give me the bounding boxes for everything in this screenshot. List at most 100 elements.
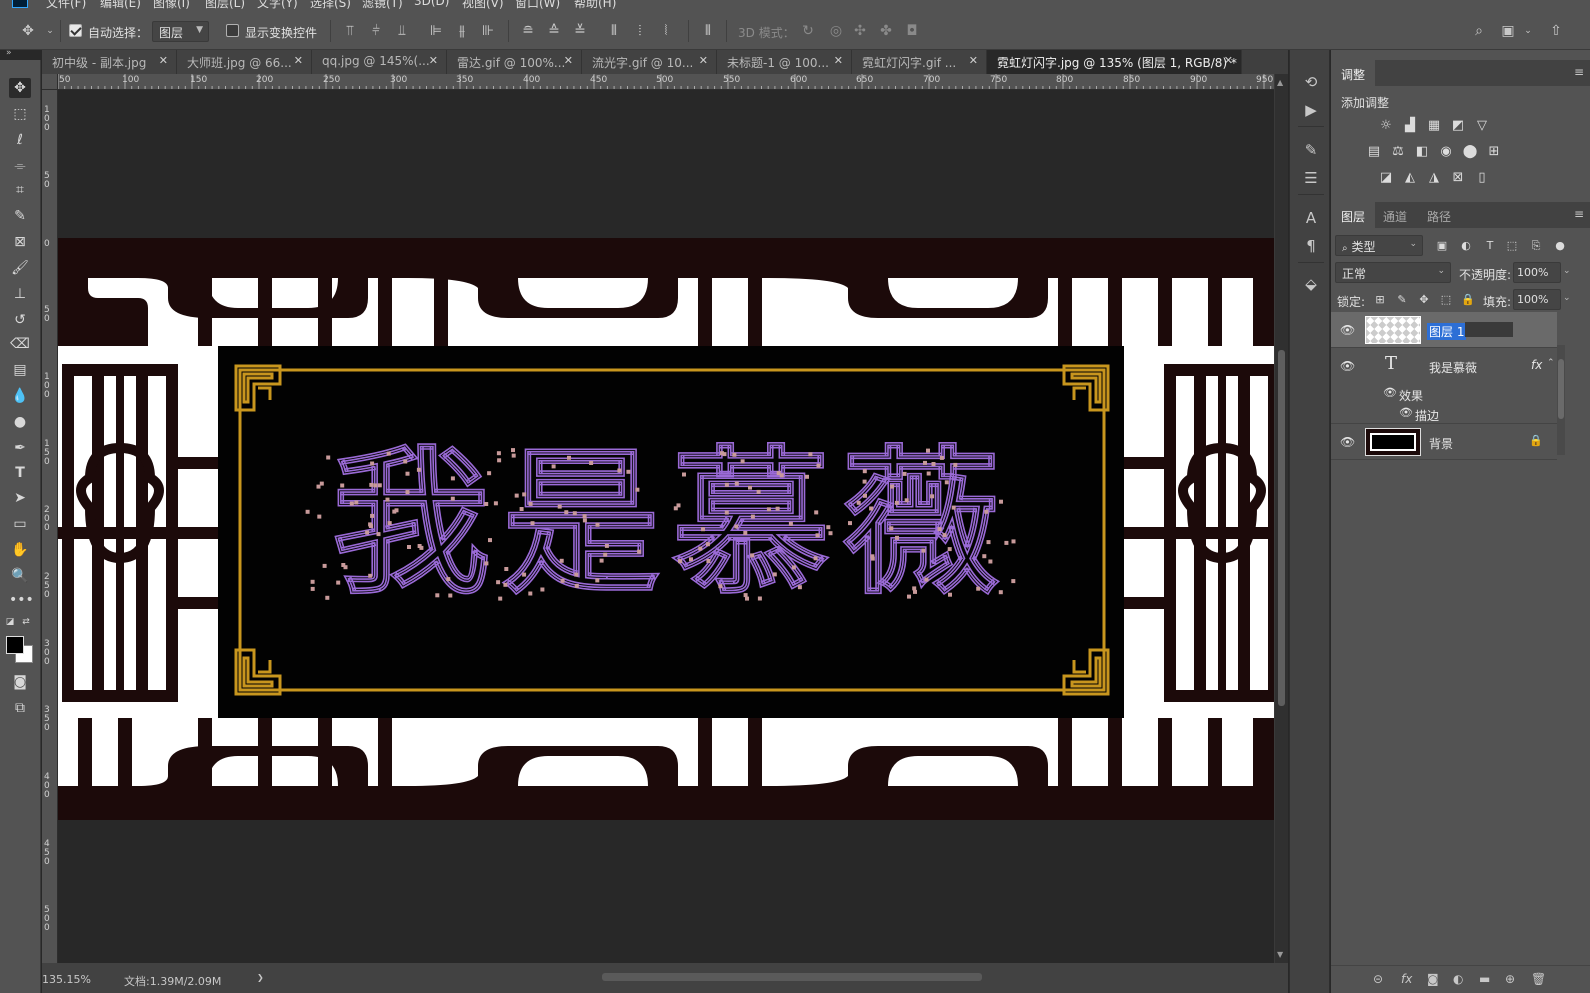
align-right-icon[interactable]: ⊪ bbox=[480, 23, 496, 39]
3d-slide-icon[interactable]: ✤ bbox=[878, 23, 894, 39]
vertical-ruler[interactable]: 100 50 0 50 100 150 200 250 300 350 400 … bbox=[42, 90, 58, 963]
chevron-up-icon[interactable]: ⌃ bbox=[1547, 358, 1555, 368]
eyedropper-tool-icon[interactable]: ✎ bbox=[9, 206, 31, 226]
quick-mask-icon[interactable]: ◙ bbox=[9, 672, 31, 692]
eraser-tool-icon[interactable]: ⌫ bbox=[9, 334, 31, 354]
hand-tool-icon[interactable]: ✋ bbox=[9, 540, 31, 560]
tab-adjustments[interactable]: 调整 bbox=[1331, 60, 1376, 86]
3d-orbit-icon[interactable]: ↻ bbox=[800, 23, 816, 39]
quick-select-tool-icon[interactable]: ⌯ bbox=[9, 156, 31, 176]
gradient-tool-icon[interactable]: ▤ bbox=[9, 360, 31, 380]
paragraph-icon[interactable]: ¶ bbox=[1301, 236, 1321, 256]
opacity-field[interactable]: 100% bbox=[1513, 262, 1561, 283]
3d-roll-icon[interactable]: ◎ bbox=[828, 23, 844, 39]
selective-color-icon[interactable]: ⊠ bbox=[1449, 170, 1467, 186]
auto-select-target-dropdown[interactable]: 图层 ▼ bbox=[152, 21, 209, 42]
layer-name-field[interactable] bbox=[1465, 322, 1513, 337]
align-hcenter-icon[interactable]: ⫵ bbox=[454, 23, 470, 39]
gradient-map-icon[interactable]: ▯ bbox=[1473, 170, 1491, 186]
close-icon[interactable]: ✕ bbox=[294, 54, 303, 67]
channel-mixer-icon[interactable]: ⬤ bbox=[1461, 144, 1479, 160]
menu-image[interactable]: 图像(I) bbox=[153, 0, 190, 11]
photo-filter-icon[interactable]: ◉ bbox=[1437, 144, 1455, 160]
align-bottom-icon[interactable]: ⫫ bbox=[394, 23, 410, 39]
filter-smart-object-icon[interactable]: ⎘ bbox=[1527, 238, 1545, 254]
panel-menu-icon[interactable]: ≡ bbox=[1574, 207, 1584, 221]
delete-layer-icon[interactable]: 🗑 bbox=[1531, 972, 1546, 986]
layer-name-input[interactable]: 图层 1 bbox=[1427, 323, 1467, 340]
posterize-icon[interactable]: ◭ bbox=[1401, 170, 1419, 186]
vibrance-icon[interactable]: ▽ bbox=[1473, 118, 1491, 134]
menu-layer[interactable]: 图层(L) bbox=[205, 0, 245, 11]
tab-doc-4[interactable]: 雷达.gif @ 100%... ✕ bbox=[447, 50, 582, 74]
layer-thumbnail[interactable] bbox=[1365, 428, 1421, 456]
curves-icon[interactable]: ▦ bbox=[1425, 118, 1443, 134]
filter-shape-icon[interactable]: ⬚ bbox=[1503, 238, 1521, 254]
lock-pixels-icon[interactable]: ✎ bbox=[1393, 292, 1411, 308]
status-arrow-icon[interactable]: ❯ bbox=[257, 973, 264, 982]
menu-type[interactable]: 文字(Y) bbox=[257, 0, 298, 11]
close-icon[interactable]: ✕ bbox=[159, 54, 168, 67]
swap-colors-icon[interactable]: ⇄ bbox=[20, 612, 32, 632]
distribute-left-icon[interactable]: ⦀ bbox=[606, 23, 622, 39]
visibility-eye-icon[interactable]: 👁 bbox=[1399, 406, 1413, 419]
crop-tool-icon[interactable]: ⌗ bbox=[9, 180, 31, 200]
layer-effect-stroke-row[interactable]: 👁 描边 bbox=[1331, 404, 1557, 424]
show-transform-checkbox[interactable] bbox=[226, 24, 239, 37]
filter-type-icon[interactable]: T bbox=[1481, 238, 1499, 254]
chevron-down-icon[interactable]: ⌄ bbox=[1520, 23, 1536, 39]
share-icon[interactable]: ⇧ bbox=[1548, 23, 1564, 39]
tab-doc-6[interactable]: 未标题-1 @ 100... ✕ bbox=[717, 50, 852, 74]
search-icon[interactable]: ⌕ bbox=[1471, 23, 1487, 39]
path-select-tool-icon[interactable]: ➤ bbox=[9, 488, 31, 508]
pen-tool-icon[interactable]: ✒ bbox=[9, 438, 31, 458]
menu-view[interactable]: 视图(V) bbox=[462, 0, 504, 11]
lock-all-icon[interactable]: 🔒 bbox=[1459, 292, 1477, 308]
brightness-icon[interactable]: ☼ bbox=[1377, 118, 1395, 134]
lasso-tool-icon[interactable]: ℓ bbox=[9, 130, 31, 150]
auto-select-checkbox[interactable] bbox=[69, 24, 82, 37]
stamp-tool-icon[interactable]: ⊥ bbox=[9, 284, 31, 304]
auto-align-icon[interactable]: ⫴ bbox=[700, 23, 716, 39]
tool-preset-dropdown-icon[interactable]: ⌄ bbox=[42, 23, 58, 39]
marquee-tool-icon[interactable]: ⬚ bbox=[9, 104, 31, 124]
rectangle-tool-icon[interactable]: ▭ bbox=[9, 514, 31, 534]
distribute-right-icon[interactable]: ⦚ bbox=[658, 23, 674, 39]
3d-scale-icon[interactable]: ◘ bbox=[904, 23, 920, 39]
lock-transparent-icon[interactable]: ⊞ bbox=[1371, 292, 1389, 308]
horizontal-ruler[interactable]: 50 100 150 200 250 300 350 400 450 500 5… bbox=[58, 74, 1274, 90]
hue-saturation-icon[interactable]: ▤ bbox=[1365, 144, 1383, 160]
vertical-scrollbar[interactable]: ▲ ▼ bbox=[1274, 74, 1288, 963]
scroll-thumb[interactable] bbox=[1278, 350, 1285, 706]
blur-tool-icon[interactable]: 💧 bbox=[9, 386, 31, 406]
align-top-icon[interactable]: ⫪ bbox=[342, 23, 358, 39]
fill-field[interactable]: 100% bbox=[1513, 289, 1561, 310]
more-tools-icon[interactable]: ••• bbox=[9, 590, 34, 610]
close-icon[interactable]: ✕ bbox=[564, 54, 573, 67]
layer-row-layer1[interactable]: 👁 图层 1 bbox=[1331, 312, 1557, 348]
visibility-eye-icon[interactable]: 👁 bbox=[1340, 323, 1355, 337]
black-white-icon[interactable]: ◧ bbox=[1413, 144, 1431, 160]
close-icon[interactable]: ✕ bbox=[834, 54, 843, 67]
align-left-icon[interactable]: ⊫ bbox=[428, 23, 444, 39]
menu-filter[interactable]: 滤镜(T) bbox=[362, 0, 403, 11]
screen-mode-icon[interactable]: ⧉ bbox=[9, 698, 31, 718]
canvas-area[interactable]: 我是慕薇 bbox=[58, 90, 1274, 963]
history-icon[interactable]: ⟲ bbox=[1301, 72, 1321, 92]
tab-layers[interactable]: 图层 bbox=[1331, 202, 1376, 228]
properties-icon[interactable]: ☰ bbox=[1301, 168, 1321, 188]
tab-paths[interactable]: 路径 bbox=[1417, 202, 1461, 228]
layer-thumbnail[interactable] bbox=[1365, 316, 1421, 344]
layers-scrollbar[interactable] bbox=[1557, 345, 1565, 455]
color-balance-icon[interactable]: ⚖ bbox=[1389, 144, 1407, 160]
menu-window[interactable]: 窗口(W) bbox=[515, 0, 560, 11]
filter-adjustment-icon[interactable]: ◐ bbox=[1457, 238, 1475, 254]
tab-channels[interactable]: 通道 bbox=[1373, 202, 1417, 228]
character-icon[interactable]: A bbox=[1301, 208, 1321, 228]
menu-edit[interactable]: 编辑(E) bbox=[100, 0, 141, 11]
color-lookup-icon[interactable]: ⊞ bbox=[1485, 144, 1503, 160]
zoom-tool-icon[interactable]: 🔍 bbox=[9, 566, 31, 586]
chevron-down-icon[interactable]: ⌄ bbox=[1563, 266, 1571, 276]
filter-toggle-icon[interactable]: ● bbox=[1551, 238, 1569, 254]
workspace-icon[interactable]: ▣ bbox=[1500, 23, 1516, 39]
